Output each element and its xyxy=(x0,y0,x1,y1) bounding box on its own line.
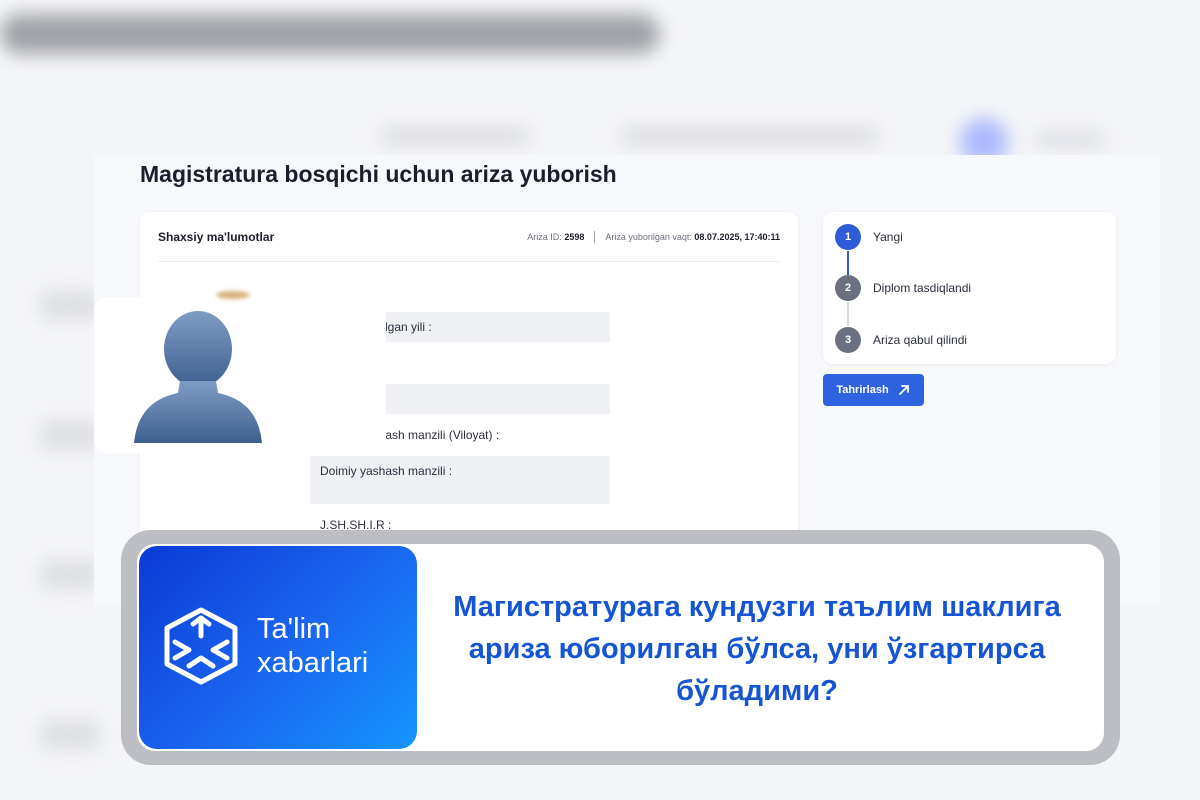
application-status-steps: 1 Yangi 2 Diplom tasdiqlandi 3 Ariza qab… xyxy=(823,212,1116,364)
step-connector-active xyxy=(847,251,849,275)
news-headline: Магистратурага кундузги таълим шаклига а… xyxy=(453,591,1061,707)
avatar xyxy=(94,291,386,453)
step-number-badge: 2 xyxy=(835,275,861,301)
application-id-label: Ariza ID: xyxy=(527,231,562,242)
application-id-value: 2598 xyxy=(564,231,585,242)
step-label: Yangi xyxy=(873,230,903,244)
cube-logo-icon xyxy=(164,607,238,685)
application-meta: Ariza ID: 2598 Ariza yuborilgan vaqt: 08… xyxy=(527,230,780,243)
news-banner: Ta'lim xabarlari Магистратурага кундузги… xyxy=(121,530,1120,765)
edit-button[interactable]: Tahrirlash xyxy=(823,374,924,406)
arrow-up-right-icon xyxy=(898,385,909,395)
submitted-time-label: Ariza yuborilgan vaqt: xyxy=(605,231,692,242)
step-label: Ariza qabul qilindi xyxy=(873,333,968,347)
person-silhouette-icon xyxy=(134,311,262,443)
step-diploma-verified: 2 Diplom tasdiqlandi xyxy=(835,275,971,301)
step-label: Diplom tasdiqlandi xyxy=(873,281,972,295)
brand-name-line2: xabarlari xyxy=(257,647,369,679)
submitted-time-value: 08.07.2025, 17:40:11 xyxy=(694,231,780,242)
step-new: 1 Yangi xyxy=(835,224,903,250)
card-title: Shaxsiy ma'lumotlar xyxy=(158,229,275,244)
edit-button-label: Tahrirlash xyxy=(836,384,889,396)
news-banner-content: Ta'lim xabarlari Магистратурага кундузги… xyxy=(137,544,1104,751)
page-title: Magistratura bosqichi uchun ariza yubori… xyxy=(140,161,617,187)
step-number-badge: 3 xyxy=(835,327,861,353)
step-connector xyxy=(847,302,849,326)
meta-divider xyxy=(594,230,596,243)
brand-name-line1: Ta'lim xyxy=(257,613,331,645)
field-row-address: Doimiy yashash manzili : xyxy=(310,456,610,504)
brand-logo: Ta'lim xabarlari xyxy=(139,546,417,749)
card-header: Shaxsiy ma'lumotlar Ariza ID: 2598 Ariza… xyxy=(158,212,780,262)
step-number-badge: 1 xyxy=(835,224,861,250)
brand-logo-text: Ta'lim xabarlari xyxy=(257,612,368,680)
step-application-accepted: 3 Ariza qabul qilindi xyxy=(835,327,967,353)
